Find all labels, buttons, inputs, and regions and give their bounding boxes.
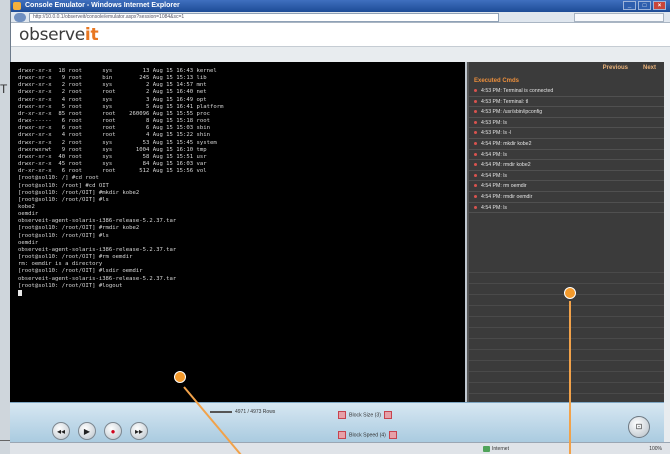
event-item[interactable]: 4:54 PM: ls bbox=[469, 150, 664, 161]
background-divider bbox=[0, 440, 10, 441]
console-line: drwxr-xr-x 2 root root 2 Aug 15 16:40 ne… bbox=[18, 89, 207, 96]
block-speed-control[interactable]: Block Speed (4) bbox=[338, 431, 397, 439]
logo: observeit bbox=[19, 25, 99, 45]
event-item[interactable]: 4:54 PM: ls bbox=[469, 171, 664, 182]
terminal-output: drwxr-xr-x 18 root sys 13 Aug 15 16:43 k… bbox=[18, 68, 465, 299]
background-text: T bbox=[0, 82, 8, 96]
next-button[interactable]: Next bbox=[643, 65, 656, 71]
console-line: observeit-agent-solaris-i386-release-5.2… bbox=[18, 218, 177, 225]
callout-dot-console bbox=[174, 371, 186, 383]
event-item[interactable]: 4:54 PM: rm oemdir bbox=[469, 181, 664, 192]
rewind-icon: ◂◂ bbox=[56, 426, 66, 436]
forward-icon: ▸▸ bbox=[134, 426, 144, 436]
zoom-level[interactable]: 100% bbox=[649, 444, 662, 454]
console-line: drwxr-xr-x 5 root sys 5 Aug 15 16:41 pla… bbox=[18, 103, 224, 110]
panel-nav: Previous Next bbox=[469, 62, 664, 76]
console-line: [root@sol10: /] #cd root bbox=[18, 175, 99, 182]
ie-icon bbox=[13, 2, 21, 10]
console-line: [root@sol10: /root/OIT] #mkdir kobe2 bbox=[18, 189, 140, 196]
console-line: drwxrwxrwt 9 root sys 1004 Aug 15 16:10 … bbox=[18, 146, 207, 153]
callout-dot-panel bbox=[564, 287, 576, 299]
player-controls: ◂◂ ▶ ● ▸▸ 4971 / 4973 Rows Block Size (3… bbox=[10, 402, 664, 442]
record-icon: ● bbox=[110, 426, 116, 436]
event-item[interactable]: 4:53 PM: Terminal is connected bbox=[469, 86, 664, 97]
close-button[interactable]: × bbox=[653, 1, 666, 10]
record-button[interactable]: ● bbox=[104, 422, 122, 440]
console-line: observeit-agent-solaris-i386-release-5.2… bbox=[18, 275, 177, 282]
console-line: [root@sol10: /root/OIT] #rmdir kobe2 bbox=[18, 225, 140, 232]
console-line: drwxr-xr-x 45 root sys 84 Aug 15 16:03 v… bbox=[18, 161, 207, 168]
event-item[interactable]: 4:54 PM: rmdir kobe2 bbox=[469, 160, 664, 171]
exit-icon: ⊡ bbox=[635, 422, 643, 431]
console-line: dr-xr-xr-x 85 root root 260096 Aug 15 15… bbox=[18, 110, 210, 117]
block-size-control[interactable]: Block Size (3) bbox=[338, 411, 392, 419]
console-line: drwxr-xr-x 2 root sys 2 Aug 15 14:57 mnt bbox=[18, 82, 207, 89]
maximize-button[interactable]: □ bbox=[638, 1, 651, 10]
app-header: observeit bbox=[11, 23, 670, 47]
event-item[interactable]: 4:53 PM: ls -l bbox=[469, 128, 664, 139]
console-line: [root@sol10: /root/OIT] #lsdir oemdir bbox=[18, 268, 143, 275]
logo-accent: it bbox=[84, 25, 99, 45]
event-item[interactable]: 4:53 PM: Terminal: tl bbox=[469, 97, 664, 108]
play-button[interactable]: ▶ bbox=[78, 422, 96, 440]
window-title: Console Emulator - Windows Internet Expl… bbox=[25, 2, 180, 9]
title-bar: Console Emulator - Windows Internet Expl… bbox=[11, 0, 670, 12]
security-zone: Internet bbox=[483, 444, 509, 454]
scrub-label: 4971 / 4973 Rows bbox=[235, 409, 276, 415]
callout-line-panel bbox=[569, 301, 571, 454]
console-line: oemdir bbox=[18, 239, 39, 246]
previous-button[interactable]: Previous bbox=[603, 65, 628, 71]
console-line: drwxr-xr-x 6 root root 6 Aug 15 15:03 sb… bbox=[18, 125, 210, 132]
progress-scrubber[interactable]: 4971 / 4973 Rows bbox=[210, 409, 320, 415]
console-line: drwxr-xr-x 9 root bin 245 Aug 15 15:13 l… bbox=[18, 75, 207, 82]
panel-title: Executed Cmds bbox=[474, 78, 520, 84]
console-line: [root@sol10: /root/OIT] #logout bbox=[18, 282, 123, 289]
console-line: drwxr-xr-x 40 root sys 58 Aug 15 15:51 u… bbox=[18, 153, 207, 160]
status-bar: Internet 100% bbox=[10, 442, 670, 454]
window-controls: _ □ × bbox=[623, 1, 666, 10]
event-list: 4:53 PM: Terminal is connected 4:53 PM: T… bbox=[469, 86, 664, 214]
console-line: drwxr-xr-x 4 root sys 3 Aug 15 16:49 opt bbox=[18, 96, 207, 103]
console-line: dr-xr-xr-x 6 root root 512 Aug 15 15:56 … bbox=[18, 168, 207, 175]
event-item[interactable]: 4:54 PM: mkdir kobe2 bbox=[469, 139, 664, 150]
console-line: drwxr-xr-x 4 root root 4 Aug 15 15:22 sh… bbox=[18, 132, 210, 139]
console-line: [root@sol10: /root] #cd OIT bbox=[18, 182, 109, 189]
executed-commands-panel: Previous Next Executed Cmds 4:53 PM: Ter… bbox=[467, 62, 664, 402]
console-line: oemdir bbox=[18, 211, 39, 218]
console-line: kobe2 bbox=[18, 203, 35, 210]
terminal-console: drwxr-xr-x 18 root sys 13 Aug 15 16:43 k… bbox=[10, 62, 465, 402]
console-line: drwxr-xr-x 2 root sys 53 Aug 15 15:45 sy… bbox=[18, 139, 217, 146]
console-line: drwxr-xr-x 18 root sys 13 Aug 15 16:43 k… bbox=[18, 68, 217, 74]
rewind-button[interactable]: ◂◂ bbox=[52, 422, 70, 440]
session-player: drwxr-xr-x 18 root sys 13 Aug 15 16:43 k… bbox=[10, 62, 664, 402]
event-item[interactable]: 4:54 PM: ls bbox=[469, 203, 664, 214]
event-item[interactable]: 4:54 PM: rmdir oemdir bbox=[469, 192, 664, 203]
console-line: [root@sol10: /root/OIT] #rm oemdir bbox=[18, 254, 133, 261]
scrub-track[interactable] bbox=[210, 410, 232, 413]
play-icon: ▶ bbox=[83, 426, 91, 436]
console-line: rm: oemdir is a directory bbox=[18, 261, 103, 268]
console-line: drwx------ 6 root root 8 Aug 15 15:18 ro… bbox=[18, 118, 210, 125]
console-line: observeit-agent-solaris-i386-release-5.2… bbox=[18, 246, 177, 253]
logo-text: observe bbox=[19, 25, 85, 45]
console-line: [root@sol10: /root/OIT] #ls bbox=[18, 196, 109, 203]
exit-button[interactable]: ⊡ bbox=[628, 416, 650, 438]
terminal-cursor bbox=[18, 289, 22, 296]
console-line: [root@sol10: /root/OIT] #ls bbox=[18, 232, 109, 239]
event-item[interactable]: 4:53 PM: ls bbox=[469, 118, 664, 129]
back-forward-icon[interactable] bbox=[14, 13, 26, 22]
event-item[interactable]: 4:53 PM: /usr/sbin/ipconfig bbox=[469, 107, 664, 118]
panel-empty-rows bbox=[469, 262, 664, 402]
minimize-button[interactable]: _ bbox=[623, 1, 636, 10]
forward-button[interactable]: ▸▸ bbox=[130, 422, 148, 440]
address-bar: http://10.0.0.1/observeit/console/emulat… bbox=[11, 12, 670, 23]
search-box[interactable] bbox=[574, 13, 664, 22]
url-field[interactable]: http://10.0.0.1/observeit/console/emulat… bbox=[29, 13, 499, 22]
